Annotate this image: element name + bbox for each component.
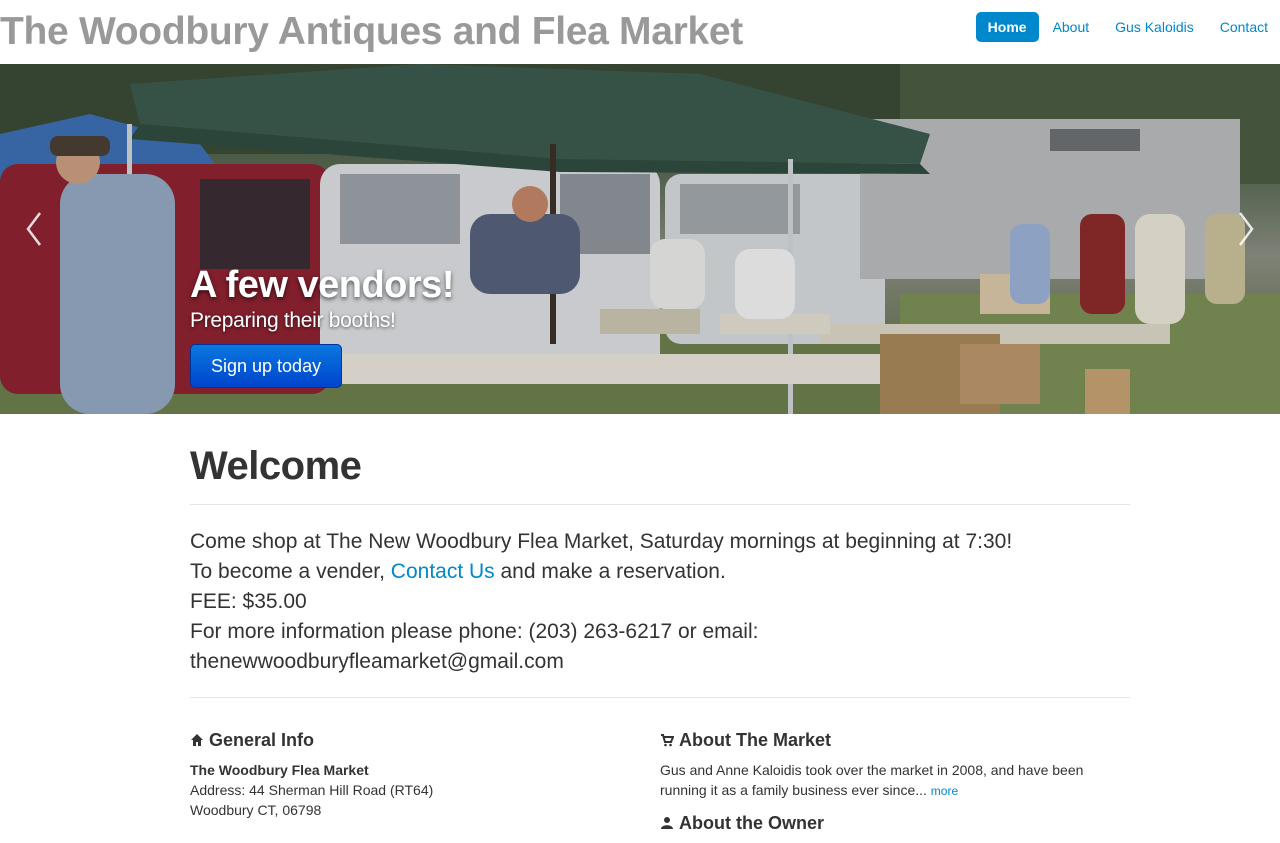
info-columns: General Info The Woodbury Flea Market Ad… [190,728,1130,843]
contact-us-link[interactable]: Contact Us [391,560,495,583]
user-icon [661,817,673,829]
main-content: Welcome Come shop at The New Woodbury Fl… [190,414,1130,843]
site-title[interactable]: The Woodbury Antiques and Flea Market [0,8,743,56]
about-owner-title: About the Owner [679,813,824,833]
nav-gus-kaloidis[interactable]: Gus Kaloidis [1103,12,1206,42]
general-info-section: General Info The Woodbury Flea Market Ad… [190,728,660,843]
about-market-section: About The Market Gus and Anne Kaloidis t… [660,728,1130,843]
market-address: Address: 44 Sherman Hill Road (RT64) [190,782,434,798]
nav-about[interactable]: About [1041,12,1102,42]
main-nav: Home About Gus Kaloidis Contact [974,12,1280,42]
welcome-heading: Welcome [190,444,362,488]
market-name: The Woodbury Flea Market [190,762,369,778]
about-market-heading: About The Market [660,728,1130,752]
general-info-heading: General Info [190,728,660,752]
about-owner-heading: About the Owner [660,811,1130,835]
caption-subtitle: Preparing their booths! [190,309,396,332]
intro-line-hours: Come shop at The New Woodbury Flea Marke… [190,530,1013,553]
intro-vendor-suffix: and make a reservation. [494,560,726,583]
intro-vendor-prefix: To become a vender, [190,560,391,583]
about-market-text: Gus and Anne Kaloidis took over the mark… [660,760,1130,801]
sign-up-button[interactable]: Sign up today [190,344,343,388]
chevron-right-icon [1239,212,1254,246]
nav-contact[interactable]: Contact [1208,12,1280,42]
shopping-cart-icon [661,734,674,747]
more-link[interactable]: more [931,784,958,798]
market-city: Woodbury CT, 06798 [190,802,322,818]
nav-home[interactable]: Home [975,12,1039,42]
general-info-text: The Woodbury Flea Market Address: 44 She… [190,760,660,820]
carousel-caption: A few vendors! Preparing their booths! S… [190,262,454,388]
general-info-title: General Info [209,730,315,750]
welcome-text: Come shop at The New Woodbury Flea Marke… [190,505,1130,677]
divider [190,697,1130,698]
carousel-prev[interactable] [20,209,50,249]
intro-line-vendor: To become a vender, Contact Us and make … [190,557,1130,587]
about-market-body: Gus and Anne Kaloidis took over the mark… [660,762,1084,798]
about-market-title: About The Market [679,730,832,750]
caption-title: A few vendors! [190,264,454,306]
chevron-left-icon [26,212,41,246]
site-header: The Woodbury Antiques and Flea Market Ho… [0,0,1280,64]
home-icon [191,734,203,746]
carousel-next[interactable] [1230,209,1260,249]
hero-carousel: A few vendors! Preparing their booths! S… [0,64,1280,414]
intro-line-contact: For more information please phone: (203)… [190,620,759,673]
intro-line-fee: FEE: $35.00 [190,590,307,613]
